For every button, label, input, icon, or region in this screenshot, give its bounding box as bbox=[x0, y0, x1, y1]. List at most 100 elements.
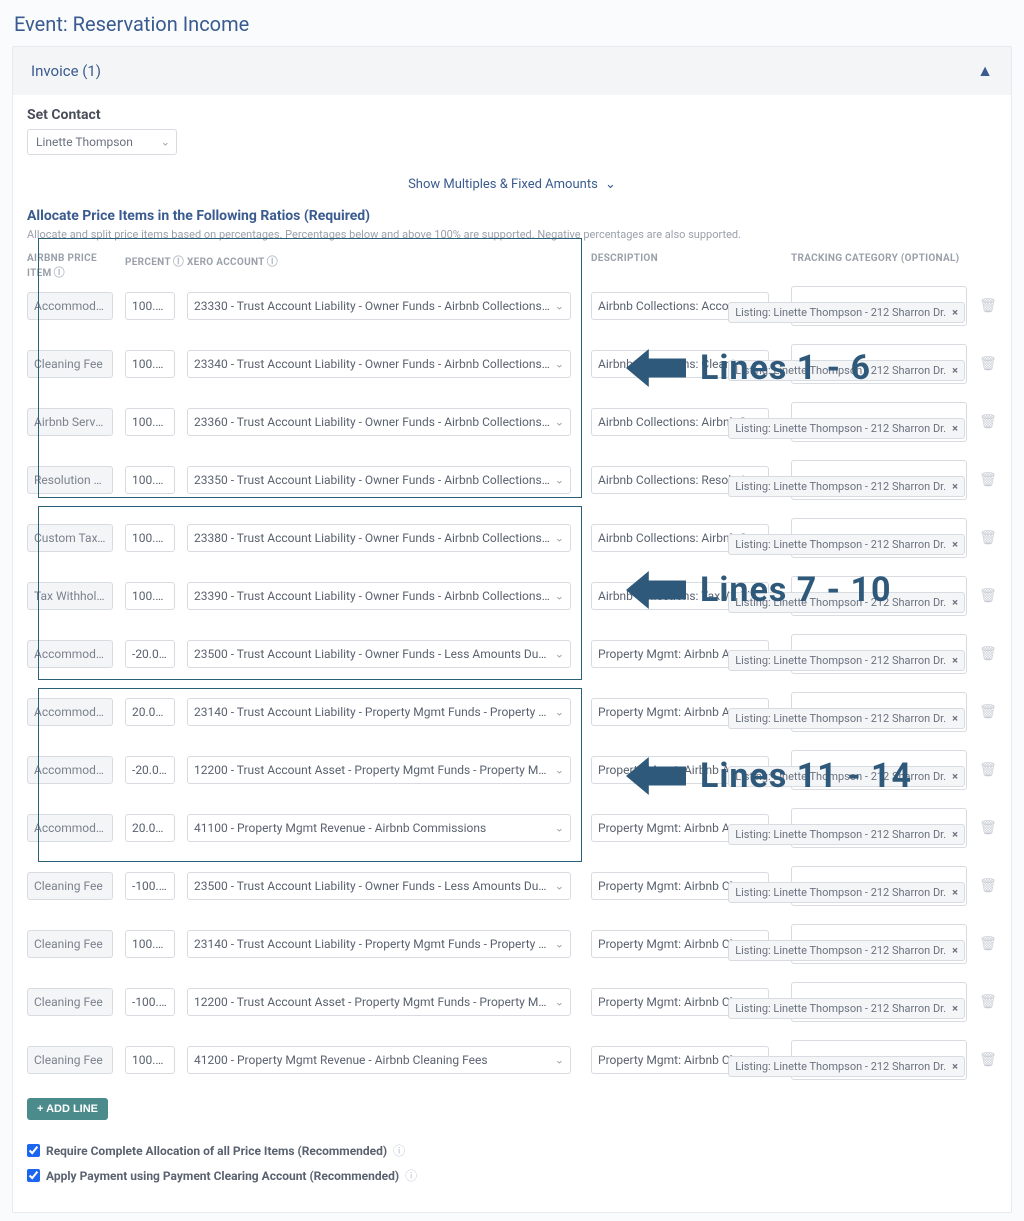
help-icon[interactable]: ⓘ bbox=[173, 255, 184, 268]
price-item-field: Accommodation bbox=[27, 640, 113, 668]
price-item-field: Custom Taxes bbox=[27, 524, 113, 552]
percent-input[interactable]: 20.00 % bbox=[125, 814, 175, 842]
trash-icon[interactable]: 🗑 bbox=[979, 646, 997, 662]
tracking-tag: Listing: Linette Thompson - 212 Sharron … bbox=[728, 766, 965, 787]
trash-icon[interactable]: 🗑 bbox=[979, 878, 997, 894]
percent-input[interactable]: 100.00% bbox=[125, 930, 175, 958]
chevron-down-icon: ⌄ bbox=[555, 648, 564, 661]
percent-input[interactable]: 100.00% bbox=[125, 408, 175, 436]
show-multiples-label: Show Multiples & Fixed Amounts bbox=[408, 177, 598, 192]
help-icon[interactable]: ⓘ bbox=[393, 1142, 405, 1159]
price-item-field: Resolution Adjustment bbox=[27, 466, 113, 494]
price-item-field: Cleaning Fee bbox=[27, 1046, 113, 1074]
xero-account-select[interactable]: 23350 - Trust Account Liability - Owner … bbox=[187, 466, 571, 494]
percent-input[interactable]: 100.00% bbox=[125, 524, 175, 552]
header-percent: PERCENT bbox=[125, 257, 171, 268]
xero-account-select[interactable]: 23340 - Trust Account Liability - Owner … bbox=[187, 350, 571, 378]
percent-input[interactable]: -20.00% bbox=[125, 756, 175, 784]
trash-icon[interactable]: 🗑 bbox=[979, 588, 997, 604]
chevron-down-icon: ⌄ bbox=[555, 996, 564, 1009]
remove-tag-icon[interactable]: × bbox=[952, 306, 958, 319]
chevron-down-icon: ⌄ bbox=[555, 358, 564, 371]
allocation-row: Accommodation 20.00 % 23140 - Trust Accoun… bbox=[27, 692, 997, 732]
percent-input[interactable]: 100.00% bbox=[125, 466, 175, 494]
xero-account-select[interactable]: 23140 - Trust Account Liability - Proper… bbox=[187, 930, 571, 958]
tracking-tag: Listing: Linette Thompson - 212 Sharron … bbox=[728, 998, 965, 1019]
percent-input[interactable]: 100.00% bbox=[125, 292, 175, 320]
tracking-tag: Listing: Linette Thompson - 212 Sharron … bbox=[728, 1056, 965, 1077]
contact-select[interactable]: Linette Thompson ⌄ bbox=[27, 129, 177, 155]
tracking-tag: Listing: Linette Thompson - 212 Sharron … bbox=[728, 302, 965, 323]
trash-icon[interactable]: 🗑 bbox=[979, 414, 997, 430]
percent-input[interactable]: -100.00% bbox=[125, 988, 175, 1016]
xero-account-select[interactable]: 23390 - Trust Account Liability - Owner … bbox=[187, 582, 571, 610]
chevron-up-icon: ▲ bbox=[977, 61, 993, 81]
xero-account-select[interactable]: 23330 - Trust Account Liability - Owner … bbox=[187, 292, 571, 320]
remove-tag-icon[interactable]: × bbox=[952, 1060, 958, 1073]
trash-icon[interactable]: 🗑 bbox=[979, 356, 997, 372]
contact-value: Linette Thompson bbox=[36, 135, 133, 149]
header-tracking: TRACKING CATEGORY (OPTIONAL) bbox=[791, 253, 960, 264]
percent-input[interactable]: -20.00% bbox=[125, 640, 175, 668]
apply-payment-checkbox[interactable] bbox=[27, 1169, 40, 1182]
percent-input[interactable]: 100.00% bbox=[125, 350, 175, 378]
price-item-field: Accommodation bbox=[27, 756, 113, 784]
trash-icon[interactable]: 🗑 bbox=[979, 298, 997, 314]
allocation-row: Cleaning Fee -100.00% 23500 - Trust Accoun… bbox=[27, 866, 997, 906]
trash-icon[interactable]: 🗑 bbox=[979, 936, 997, 952]
chevron-down-icon: ⌄ bbox=[555, 822, 564, 835]
remove-tag-icon[interactable]: × bbox=[952, 944, 958, 957]
columns-header: AIRBNB PRICE ITEMⓘ PERCENTⓘ XERO ACCOUNT… bbox=[27, 253, 997, 280]
allocation-row: Cleaning Fee 100.00% 41200 - Property Mgmt… bbox=[27, 1040, 997, 1080]
percent-input[interactable]: 100.00% bbox=[125, 1046, 175, 1074]
remove-tag-icon[interactable]: × bbox=[952, 712, 958, 725]
percent-input[interactable]: -100.00% bbox=[125, 872, 175, 900]
trash-icon[interactable]: 🗑 bbox=[979, 1052, 997, 1068]
price-item-field: Accommodation bbox=[27, 698, 113, 726]
tracking-tag: Listing: Linette Thompson - 212 Sharron … bbox=[728, 360, 965, 381]
price-item-field: Accommodation bbox=[27, 814, 113, 842]
percent-input[interactable]: 100.00% bbox=[125, 582, 175, 610]
xero-account-select[interactable]: 41100 - Property Mgmt Revenue - Airbnb C… bbox=[187, 814, 571, 842]
remove-tag-icon[interactable]: × bbox=[952, 1002, 958, 1015]
trash-icon[interactable]: 🗑 bbox=[979, 994, 997, 1010]
remove-tag-icon[interactable]: × bbox=[952, 596, 958, 609]
remove-tag-icon[interactable]: × bbox=[952, 886, 958, 899]
allocation-row: Cleaning Fee100.00%23340 - Trust Account… bbox=[27, 344, 997, 384]
remove-tag-icon[interactable]: × bbox=[952, 538, 958, 551]
trash-icon[interactable]: 🗑 bbox=[979, 472, 997, 488]
tracking-tag: Listing: Linette Thompson - 212 Sharron … bbox=[728, 882, 965, 903]
invoice-panel-header[interactable]: Invoice (1) ▲ bbox=[13, 47, 1011, 95]
price-item-field: Cleaning Fee bbox=[27, 930, 113, 958]
remove-tag-icon[interactable]: × bbox=[952, 770, 958, 783]
help-icon[interactable]: ⓘ bbox=[54, 266, 65, 279]
xero-account-select[interactable]: 23380 - Trust Account Liability - Owner … bbox=[187, 524, 571, 552]
xero-account-select[interactable]: 41200 - Property Mgmt Revenue - Airbnb C… bbox=[187, 1046, 571, 1074]
remove-tag-icon[interactable]: × bbox=[952, 364, 958, 377]
event-title: Event: Reservation Income bbox=[14, 12, 1012, 36]
help-icon[interactable]: ⓘ bbox=[405, 1167, 417, 1184]
add-line-button[interactable]: + ADD LINE bbox=[27, 1098, 108, 1120]
price-item-field: Tax Withholding bbox=[27, 582, 113, 610]
chevron-down-icon: ⌄ bbox=[555, 590, 564, 603]
trash-icon[interactable]: 🗑 bbox=[979, 704, 997, 720]
xero-account-select[interactable]: 12200 - Trust Account Asset - Property M… bbox=[187, 988, 571, 1016]
xero-account-select[interactable]: 23500 - Trust Account Liability - Owner … bbox=[187, 640, 571, 668]
trash-icon[interactable]: 🗑 bbox=[979, 762, 997, 778]
xero-account-select[interactable]: 23360 - Trust Account Liability - Owner … bbox=[187, 408, 571, 436]
trash-icon[interactable]: 🗑 bbox=[979, 820, 997, 836]
xero-account-select[interactable]: 23500 - Trust Account Liability - Owner … bbox=[187, 872, 571, 900]
remove-tag-icon[interactable]: × bbox=[952, 480, 958, 493]
xero-account-select[interactable]: 12200 - Trust Account Asset - Property M… bbox=[187, 756, 571, 784]
show-multiples-link[interactable]: Show Multiples & Fixed Amounts ⌄ bbox=[27, 177, 997, 192]
percent-input[interactable]: 20.00 % bbox=[125, 698, 175, 726]
remove-tag-icon[interactable]: × bbox=[952, 654, 958, 667]
xero-account-select[interactable]: 23140 - Trust Account Liability - Proper… bbox=[187, 698, 571, 726]
help-icon[interactable]: ⓘ bbox=[267, 255, 278, 268]
require-allocation-checkbox[interactable] bbox=[27, 1144, 40, 1157]
remove-tag-icon[interactable]: × bbox=[952, 828, 958, 841]
trash-icon[interactable]: 🗑 bbox=[979, 530, 997, 546]
remove-tag-icon[interactable]: × bbox=[952, 422, 958, 435]
chevron-down-icon: ⌄ bbox=[555, 1054, 564, 1067]
price-item-field: Cleaning Fee bbox=[27, 872, 113, 900]
